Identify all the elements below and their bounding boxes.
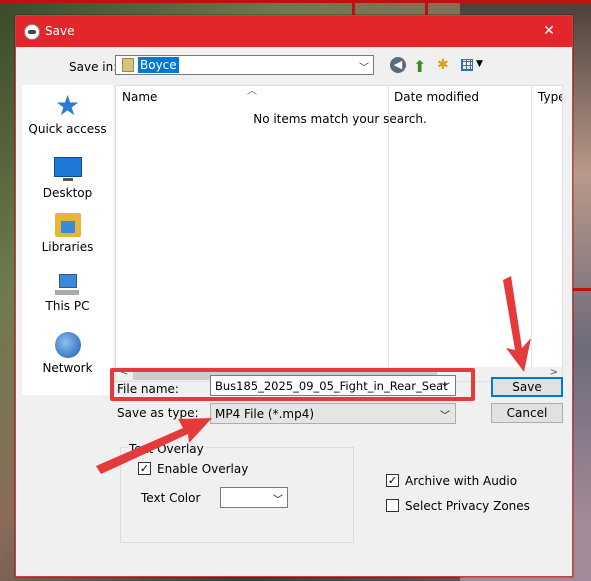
annotation-arrows — [96, 276, 531, 474]
annotation-arrow-to-save — [503, 276, 531, 372]
annotation-arrow-to-type — [96, 418, 212, 474]
